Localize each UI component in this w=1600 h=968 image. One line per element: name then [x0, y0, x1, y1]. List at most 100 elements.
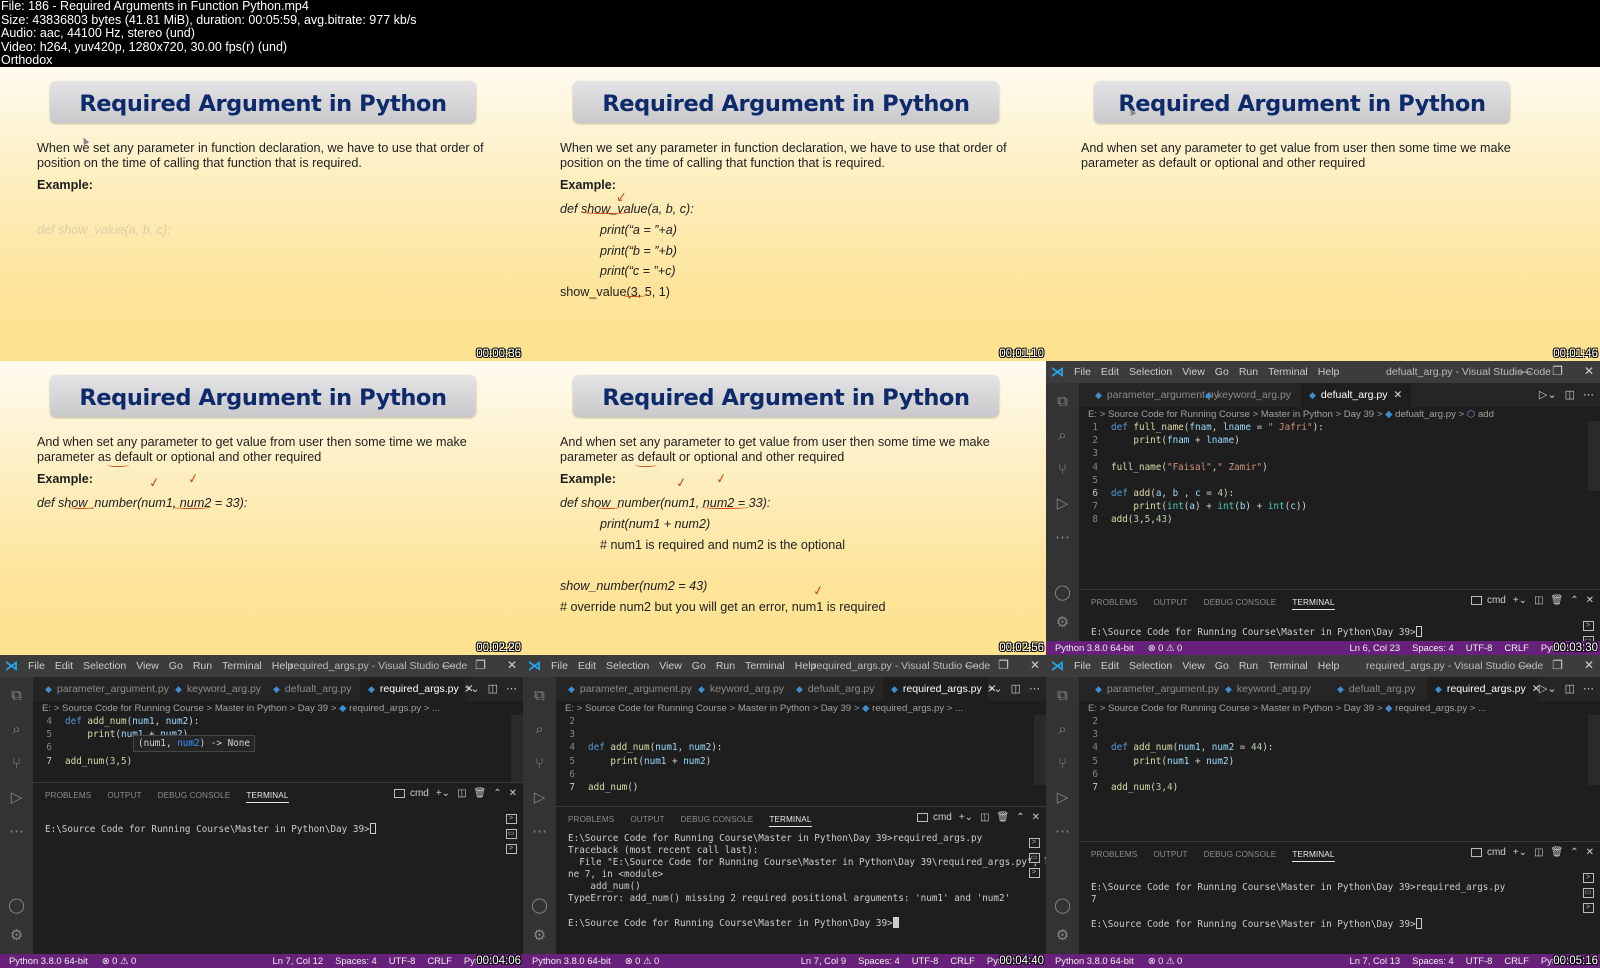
- breadcrumb-item[interactable]: Day 39: [1344, 703, 1374, 714]
- search-icon[interactable]: ⌕: [1054, 721, 1071, 738]
- breadcrumb-item[interactable]: ...: [432, 703, 440, 714]
- panel-tab-problems[interactable]: PROBLEMS: [1091, 598, 1137, 610]
- close-tab-icon[interactable]: ✕: [988, 683, 997, 695]
- code-line[interactable]: 5 print(num1 + num2): [1079, 755, 1588, 768]
- python-interpreter[interactable]: Python 3.8.0 64-bit: [9, 955, 88, 966]
- breadcrumb-item[interactable]: ◆ required_args.py: [339, 703, 421, 714]
- encoding[interactable]: UTF-8: [1466, 954, 1493, 968]
- restore-button[interactable]: ❐: [475, 658, 486, 672]
- menu-go[interactable]: Go: [1215, 660, 1229, 672]
- code-line[interactable]: 4 def add_num(num1, num2):: [33, 715, 511, 728]
- panel-tab-terminal[interactable]: TERMINAL: [246, 791, 289, 803]
- code-editor[interactable]: 1 def full_name(fnam, lname = " Jafri"): 2…: [1079, 421, 1588, 527]
- terminal-instance-icon[interactable]: >: [505, 844, 517, 854]
- account-icon[interactable]: ◯: [1054, 584, 1071, 601]
- cursor-position[interactable]: Ln 7, Col 9: [801, 954, 846, 968]
- code-line[interactable]: 4 def add_num(num1, num2):: [556, 741, 1034, 754]
- code-line[interactable]: 7 add_num(3,5): [33, 755, 511, 768]
- code-line[interactable]: 6 def add(a, b , c = 4):: [1079, 487, 1588, 500]
- breadcrumb-item[interactable]: Source Code for Running Course: [585, 703, 727, 714]
- new-terminal-icon[interactable]: +⌄: [1513, 595, 1527, 606]
- tab-defualt-arg-py[interactable]: ◆ defualt_arg.py: [265, 677, 360, 701]
- minimize-button[interactable]: —: [1519, 364, 1531, 378]
- panel-tab-terminal[interactable]: TERMINAL: [1292, 850, 1335, 862]
- menu-view[interactable]: View: [659, 660, 682, 672]
- menu-file[interactable]: File: [1074, 660, 1091, 672]
- terminal-select[interactable]: cmd: [1471, 847, 1506, 858]
- breadcrumb-item[interactable]: ◆ required_args.py: [862, 703, 944, 714]
- close-window-button[interactable]: ✕: [1030, 658, 1040, 672]
- split-editor-icon[interactable]: ◫: [488, 682, 498, 695]
- problems-count[interactable]: ⊗ 0 ⚠ 0: [1148, 955, 1183, 966]
- close-panel-icon[interactable]: ✕: [1032, 812, 1040, 823]
- restore-button[interactable]: ❐: [998, 658, 1009, 672]
- breadcrumb-item[interactable]: E:: [42, 703, 51, 714]
- minimize-button[interactable]: —: [442, 658, 454, 672]
- terminal-instance-icon[interactable]: ▭: [1582, 888, 1594, 898]
- code-line[interactable]: 7 print(int(a) + int(b) + int(c)): [1079, 500, 1588, 513]
- code-editor[interactable]: 4def add_num(num1, num2):5 print(num1 + …: [33, 715, 511, 768]
- close-tab-icon[interactable]: ✕: [465, 683, 474, 695]
- code-line[interactable]: 5 print(num1 + num2): [33, 728, 511, 741]
- code-editor[interactable]: 2 3 4 def add_num(num1, num2 = 44): 5 print(…: [1079, 715, 1588, 794]
- menu-edit[interactable]: Edit: [578, 660, 596, 672]
- menu-file[interactable]: File: [28, 660, 45, 672]
- menu-edit[interactable]: Edit: [1101, 366, 1119, 378]
- trash-icon[interactable]: 🗑: [1551, 847, 1564, 858]
- maximize-panel-icon[interactable]: ⌃: [1570, 595, 1578, 606]
- indentation[interactable]: Spaces: 4: [1412, 641, 1454, 655]
- tab-defualt-arg-py[interactable]: ◆ defualt_arg.py: [1329, 677, 1427, 701]
- terminal-output[interactable]: E:\Source Code for Running Course\Master…: [1091, 882, 1574, 931]
- line-ending[interactable]: CRLF: [427, 954, 451, 968]
- panel-tab-output[interactable]: OUTPUT: [1153, 598, 1187, 610]
- breadcrumb-item[interactable]: Day 39: [298, 703, 328, 714]
- cursor-position[interactable]: Ln 7, Col 13: [1350, 954, 1401, 968]
- source-control-icon[interactable]: ⑂: [8, 755, 25, 772]
- code-line[interactable]: 5 print(num1 + num2): [556, 755, 1034, 768]
- panel-tab-problems[interactable]: PROBLEMS: [568, 815, 614, 827]
- close-tab-icon[interactable]: ✕: [1393, 389, 1402, 401]
- close-tab-icon[interactable]: ✕: [1532, 683, 1541, 695]
- trash-icon[interactable]: 🗑: [1551, 595, 1564, 606]
- code-line[interactable]: 1 def full_name(fnam, lname = " Jafri"):: [1079, 421, 1588, 434]
- account-icon[interactable]: ◯: [1054, 897, 1071, 914]
- files-icon[interactable]: ⧉: [8, 687, 25, 704]
- python-interpreter[interactable]: Python 3.8.0 64-bit: [532, 955, 611, 966]
- line-ending[interactable]: CRLF: [950, 954, 974, 968]
- tab-defualt-arg-py[interactable]: ◆ defualt_arg.py ✕: [1301, 383, 1411, 407]
- tab-keyword-arg-py[interactable]: ◆ keyword_arg.py: [1197, 383, 1301, 407]
- breadcrumb-item[interactable]: ...: [1478, 703, 1486, 714]
- menu-help[interactable]: Help: [1318, 366, 1340, 378]
- breadcrumb-item[interactable]: E:: [565, 703, 574, 714]
- maximize-panel-icon[interactable]: ⌃: [1016, 812, 1024, 823]
- menu-help[interactable]: Help: [1318, 660, 1340, 672]
- close-panel-icon[interactable]: ✕: [1586, 595, 1594, 606]
- panel-tab-debug-console[interactable]: DEBUG CONSOLE: [1204, 850, 1277, 862]
- panel-tab-problems[interactable]: PROBLEMS: [45, 791, 91, 803]
- encoding[interactable]: UTF-8: [389, 954, 416, 968]
- breadcrumb-item[interactable]: Source Code for Running Course: [1108, 703, 1250, 714]
- problems-count[interactable]: ⊗ 0 ⚠ 0: [625, 955, 660, 966]
- ellipsis-icon[interactable]: ⋯: [8, 823, 25, 840]
- code-line[interactable]: 6: [556, 768, 1034, 781]
- breadcrumb-item[interactable]: Master in Python: [215, 703, 287, 714]
- menu-edit[interactable]: Edit: [1101, 660, 1119, 672]
- panel-tab-output[interactable]: OUTPUT: [1153, 850, 1187, 862]
- encoding[interactable]: UTF-8: [1466, 641, 1493, 655]
- restore-button[interactable]: ❐: [1552, 658, 1563, 672]
- terminal-output[interactable]: E:\Source Code for Running Course\Master…: [568, 833, 1046, 930]
- gear-icon[interactable]: ⚙: [8, 927, 25, 944]
- line-ending[interactable]: CRLF: [1504, 641, 1528, 655]
- minimap[interactable]: [1588, 421, 1600, 491]
- terminal-output[interactable]: E:\Source Code for Running Course\Master…: [1091, 626, 1574, 639]
- indentation[interactable]: Spaces: 4: [335, 954, 377, 968]
- code-line[interactable]: 6: [1079, 768, 1588, 781]
- source-control-icon[interactable]: ⑂: [531, 755, 548, 772]
- files-icon[interactable]: ⧉: [531, 687, 548, 704]
- terminal-instance-icon[interactable]: >: [1028, 868, 1040, 878]
- python-interpreter[interactable]: Python 3.8.0 64-bit: [1055, 955, 1134, 966]
- menu-terminal[interactable]: Terminal: [1268, 660, 1308, 672]
- breadcrumb-item[interactable]: E:: [1088, 703, 1097, 714]
- code-line[interactable]: 7 add_num(3,4): [1079, 781, 1588, 794]
- terminal-instance-icon[interactable]: >: [1028, 838, 1040, 848]
